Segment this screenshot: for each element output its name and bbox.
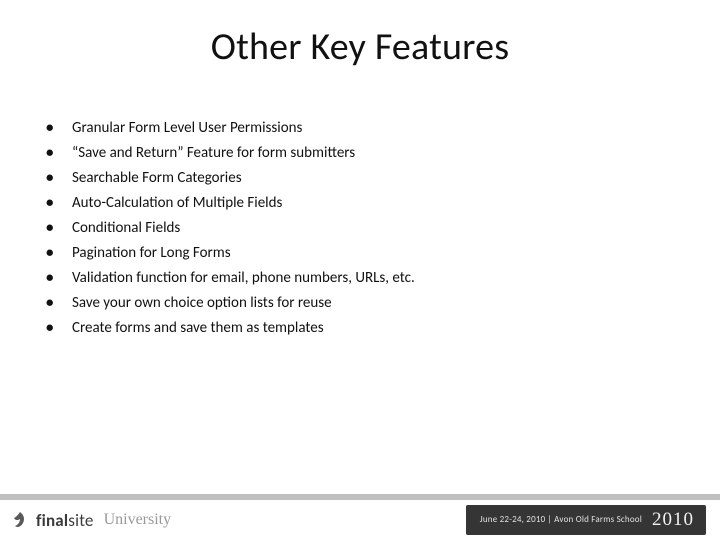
list-item: • Pagination for Long Forms: [46, 241, 674, 266]
bullet-text: Save your own choice option lists for re…: [72, 291, 674, 316]
bullet-text: Create forms and save them as templates: [72, 316, 674, 341]
event-meta: June 22-24, 2010 | Avon Old Farms School: [480, 515, 642, 525]
brand-bold: final: [36, 510, 68, 531]
bullet-text: Searchable Form Categories: [72, 166, 674, 191]
slide: Other Key Features • Granular Form Level…: [0, 0, 720, 540]
bullet-icon: •: [46, 291, 72, 316]
list-item: • Auto-Calculation of Multiple Fields: [46, 191, 674, 216]
brand-text: finalsite: [36, 510, 94, 531]
list-item: • Validation function for email, phone n…: [46, 266, 674, 291]
bullet-icon: •: [46, 116, 72, 141]
footer: finalsite University June 22-24, 2010 | …: [0, 494, 720, 540]
slide-title: Other Key Features: [0, 24, 720, 70]
bullet-icon: •: [46, 191, 72, 216]
leaf-icon: [10, 510, 30, 530]
brand-rest: site: [68, 510, 93, 531]
list-item: • Conditional Fields: [46, 216, 674, 241]
bullet-text: Granular Form Level User Permissions: [72, 116, 674, 141]
university-text: University: [104, 511, 172, 529]
list-item: • “Save and Return” Feature for form sub…: [46, 141, 674, 166]
bullet-text: “Save and Return” Feature for form submi…: [72, 141, 674, 166]
bullet-icon: •: [46, 241, 72, 266]
list-item: • Searchable Form Categories: [46, 166, 674, 191]
bullet-icon: •: [46, 166, 72, 191]
event-year: 2010: [652, 509, 694, 531]
bullet-icon: •: [46, 266, 72, 291]
list-item: • Create forms and save them as template…: [46, 316, 674, 341]
footer-logo-group: finalsite University: [10, 510, 171, 531]
bullet-text: Conditional Fields: [72, 216, 674, 241]
bullet-text: Pagination for Long Forms: [72, 241, 674, 266]
bullet-text: Validation function for email, phone num…: [72, 266, 674, 291]
list-item: • Granular Form Level User Permissions: [46, 116, 674, 141]
bullet-icon: •: [46, 141, 72, 166]
footer-right: June 22-24, 2010 | Avon Old Farms School…: [466, 505, 706, 535]
footer-bar: finalsite University June 22-24, 2010 | …: [0, 500, 720, 540]
list-item: • Save your own choice option lists for …: [46, 291, 674, 316]
bullet-text: Auto-Calculation of Multiple Fields: [72, 191, 674, 216]
bullet-icon: •: [46, 316, 72, 341]
finalsite-logo: finalsite: [10, 510, 94, 531]
bullet-list: • Granular Form Level User Permissions •…: [46, 116, 674, 341]
bullet-icon: •: [46, 216, 72, 241]
